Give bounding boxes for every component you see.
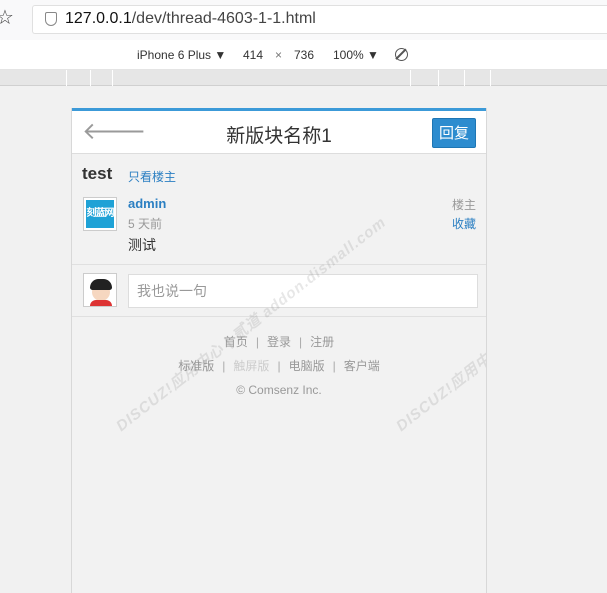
address-bar: ☆ 127.0.0.1/dev/thread-4603-1-1.html <box>0 0 607 40</box>
favorite-link[interactable]: 收藏 <box>452 215 476 232</box>
footer-login-link[interactable]: 登录 <box>267 335 291 349</box>
bookmark-star-icon[interactable]: ☆ <box>0 8 14 28</box>
responsive-toolbar: iPhone 6 Plus ▼ 414 × 736 100% ▼ <box>0 40 607 70</box>
footer-nav: 首页 | 登录 | 注册 <box>223 335 335 349</box>
post-item: 刻蓝网 admin 5 天前 测试 楼主 收藏 <box>72 190 486 265</box>
page-title: 新版块名称1 <box>226 126 332 147</box>
desktop-version-link[interactable]: 电脑版 <box>289 359 325 373</box>
footer-versions: 标准版 | 触屏版 | 电脑版 | 客户端 <box>178 359 380 373</box>
page-footer: 首页 | 登录 | 注册 标准版 | 触屏版 | 电脑版 | 客户端 © Comsenz Inc. <box>72 330 486 402</box>
post-author[interactable]: admin <box>128 196 166 211</box>
viewport-height[interactable]: 736 <box>294 48 314 62</box>
mobile-viewport: 🡐 新版块名称1 回复 test 只看楼主 刻蓝网 admin 5 天前 测试 … <box>71 108 487 593</box>
post-time: 5 天前 <box>128 217 163 231</box>
site-security-icon[interactable] <box>45 12 57 26</box>
touch-version-link: 触屏版 <box>233 359 270 373</box>
copyright: © Comsenz Inc. <box>236 383 322 397</box>
viewport-ruler <box>0 70 607 86</box>
thread-title: test <box>82 164 113 183</box>
device-selector[interactable]: iPhone 6 Plus ▼ <box>137 48 226 62</box>
quick-reply <box>72 265 486 317</box>
reply-input[interactable] <box>128 274 478 308</box>
footer-home-link[interactable]: 首页 <box>224 335 248 349</box>
user-avatar <box>83 273 117 307</box>
rotate-viewport-icon[interactable] <box>395 48 408 61</box>
url-text[interactable]: 127.0.0.1/dev/thread-4603-1-1.html <box>65 10 316 28</box>
only-author-link[interactable]: 只看楼主 <box>128 168 176 185</box>
avatar-logo-text: 刻蓝网 <box>86 200 115 228</box>
viewport-width[interactable]: 414 <box>243 48 263 62</box>
reply-button[interactable]: 回复 <box>432 118 476 148</box>
zoom-selector[interactable]: 100% ▼ <box>333 48 379 62</box>
client-link[interactable]: 客户端 <box>344 359 380 373</box>
post-content: 测试 <box>128 237 156 253</box>
avatar[interactable]: 刻蓝网 <box>83 197 117 231</box>
url-path: /dev/thread-4603-1-1.html <box>131 10 316 27</box>
dimension-separator: × <box>275 48 283 62</box>
page-header: 🡐 新版块名称1 回复 <box>72 108 486 154</box>
footer-register-link[interactable]: 注册 <box>310 335 334 349</box>
standard-version-link[interactable]: 标准版 <box>178 359 214 373</box>
url-host: 127.0.0.1 <box>65 10 132 27</box>
thread-header: test 只看楼主 <box>72 154 486 190</box>
url-field[interactable]: 127.0.0.1/dev/thread-4603-1-1.html <box>32 5 607 34</box>
post-floor: 楼主 <box>451 198 476 212</box>
